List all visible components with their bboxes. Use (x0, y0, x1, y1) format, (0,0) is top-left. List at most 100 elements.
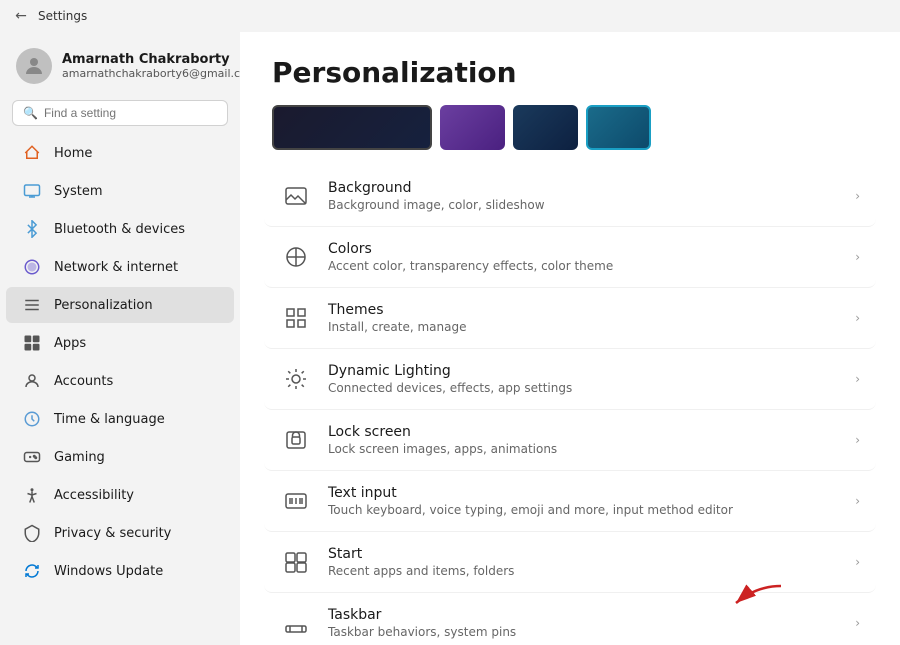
settings-item-start[interactable]: Start Recent apps and items, folders › (264, 532, 876, 593)
search-input[interactable] (44, 106, 217, 120)
text-input-icon (280, 485, 312, 517)
sidebar-item-home[interactable]: Home (6, 135, 234, 171)
titlebar-title: Settings (38, 9, 87, 23)
background-icon (280, 180, 312, 212)
lock-screen-text: Lock screen Lock screen images, apps, an… (328, 424, 839, 456)
user-email: amarnathchakraborty6@gmail.com (62, 67, 240, 80)
sidebar-item-privacy[interactable]: Privacy & security (6, 515, 234, 551)
sidebar-item-apps[interactable]: Apps (6, 325, 234, 361)
lighting-title: Dynamic Lighting (328, 363, 839, 379)
user-info: Amarnath Chakraborty amarnathchakraborty… (62, 52, 240, 80)
start-icon (280, 546, 312, 578)
sidebar-label-apps: Apps (54, 336, 86, 351)
sidebar: Amarnath Chakraborty amarnathchakraborty… (0, 32, 240, 645)
colors-arrow: › (855, 250, 860, 264)
start-arrow: › (855, 555, 860, 569)
sidebar-item-network[interactable]: Network & internet (6, 249, 234, 285)
main-layout: Amarnath Chakraborty amarnathchakraborty… (0, 32, 900, 645)
lock-screen-icon (280, 424, 312, 456)
colors-text: Colors Accent color, transparency effect… (328, 241, 839, 273)
colors-desc: Accent color, transparency effects, colo… (328, 259, 839, 273)
taskbar-icon (280, 607, 312, 639)
time-icon (22, 409, 42, 429)
background-desc: Background image, color, slideshow (328, 198, 839, 212)
text-input-title: Text input (328, 485, 839, 501)
settings-item-background[interactable]: Background Background image, color, slid… (264, 166, 876, 227)
back-button[interactable]: ← (12, 7, 30, 25)
lock-screen-arrow: › (855, 433, 860, 447)
taskbar-text: Taskbar Taskbar behaviors, system pins (328, 607, 839, 639)
sidebar-label-accessibility: Accessibility (54, 488, 134, 503)
themes-title: Themes (328, 302, 839, 318)
themes-desc: Install, create, manage (328, 320, 839, 334)
theme-preview-row (240, 105, 900, 166)
taskbar-nav-arrow: › (855, 616, 860, 630)
sidebar-label-system: System (54, 184, 102, 199)
user-profile[interactable]: Amarnath Chakraborty amarnathchakraborty… (0, 40, 240, 96)
sidebar-item-time[interactable]: Time & language (6, 401, 234, 437)
taskbar-title: Taskbar (328, 607, 839, 623)
system-icon (22, 181, 42, 201)
themes-icon (280, 302, 312, 334)
settings-item-dynamic-lighting[interactable]: Dynamic Lighting Connected devices, effe… (264, 349, 876, 410)
sidebar-label-personalization: Personalization (54, 298, 153, 313)
settings-item-lock-screen[interactable]: Lock screen Lock screen images, apps, an… (264, 410, 876, 471)
themes-text: Themes Install, create, manage (328, 302, 839, 334)
start-title: Start (328, 546, 839, 562)
text-input-arrow: › (855, 494, 860, 508)
theme-preview-navy[interactable] (513, 105, 578, 150)
sidebar-label-time: Time & language (54, 412, 165, 427)
gaming-icon (22, 447, 42, 467)
colors-title: Colors (328, 241, 839, 257)
theme-preview-purple[interactable] (440, 105, 505, 150)
background-title: Background (328, 180, 839, 196)
settings-item-taskbar[interactable]: Taskbar Taskbar behaviors, system pins › (264, 593, 876, 645)
avatar (16, 48, 52, 84)
lighting-icon (280, 363, 312, 395)
sidebar-item-accessibility[interactable]: Accessibility (6, 477, 234, 513)
sidebar-item-bluetooth[interactable]: Bluetooth & devices (6, 211, 234, 247)
lighting-text: Dynamic Lighting Connected devices, effe… (328, 363, 839, 395)
theme-preview-teal[interactable] (586, 105, 651, 150)
lock-screen-title: Lock screen (328, 424, 839, 440)
taskbar-desc: Taskbar behaviors, system pins (328, 625, 839, 639)
colors-icon (280, 241, 312, 273)
home-icon (22, 143, 42, 163)
user-name: Amarnath Chakraborty (62, 52, 240, 67)
lighting-desc: Connected devices, effects, app settings (328, 381, 839, 395)
sidebar-label-update: Windows Update (54, 564, 163, 579)
privacy-icon (22, 523, 42, 543)
network-icon (22, 257, 42, 277)
background-text: Background Background image, color, slid… (328, 180, 839, 212)
personalization-icon (22, 295, 42, 315)
start-text: Start Recent apps and items, folders (328, 546, 839, 578)
text-input-text: Text input Touch keyboard, voice typing,… (328, 485, 839, 517)
sidebar-label-bluetooth: Bluetooth & devices (54, 222, 185, 237)
update-icon (22, 561, 42, 581)
settings-list: Background Background image, color, slid… (240, 166, 900, 645)
lighting-arrow: › (855, 372, 860, 386)
settings-item-text-input[interactable]: Text input Touch keyboard, voice typing,… (264, 471, 876, 532)
start-desc: Recent apps and items, folders (328, 564, 839, 578)
sidebar-label-privacy: Privacy & security (54, 526, 171, 541)
settings-item-themes[interactable]: Themes Install, create, manage › (264, 288, 876, 349)
theme-preview-dark[interactable] (272, 105, 432, 150)
themes-arrow: › (855, 311, 860, 325)
sidebar-item-gaming[interactable]: Gaming (6, 439, 234, 475)
content-area: Personalization Background Background im (240, 32, 900, 645)
sidebar-label-home: Home (54, 146, 92, 161)
search-icon: 🔍 (23, 106, 38, 120)
sidebar-item-accounts[interactable]: Accounts (6, 363, 234, 399)
apps-icon (22, 333, 42, 353)
titlebar: ← Settings (0, 0, 900, 32)
sidebar-item-update[interactable]: Windows Update (6, 553, 234, 589)
sidebar-item-personalization[interactable]: Personalization (6, 287, 234, 323)
text-input-desc: Touch keyboard, voice typing, emoji and … (328, 503, 839, 517)
sidebar-label-accounts: Accounts (54, 374, 113, 389)
bluetooth-icon (22, 219, 42, 239)
sidebar-item-system[interactable]: System (6, 173, 234, 209)
search-box[interactable]: 🔍 (12, 100, 228, 126)
lock-screen-desc: Lock screen images, apps, animations (328, 442, 839, 456)
page-title: Personalization (240, 32, 900, 105)
settings-item-colors[interactable]: Colors Accent color, transparency effect… (264, 227, 876, 288)
